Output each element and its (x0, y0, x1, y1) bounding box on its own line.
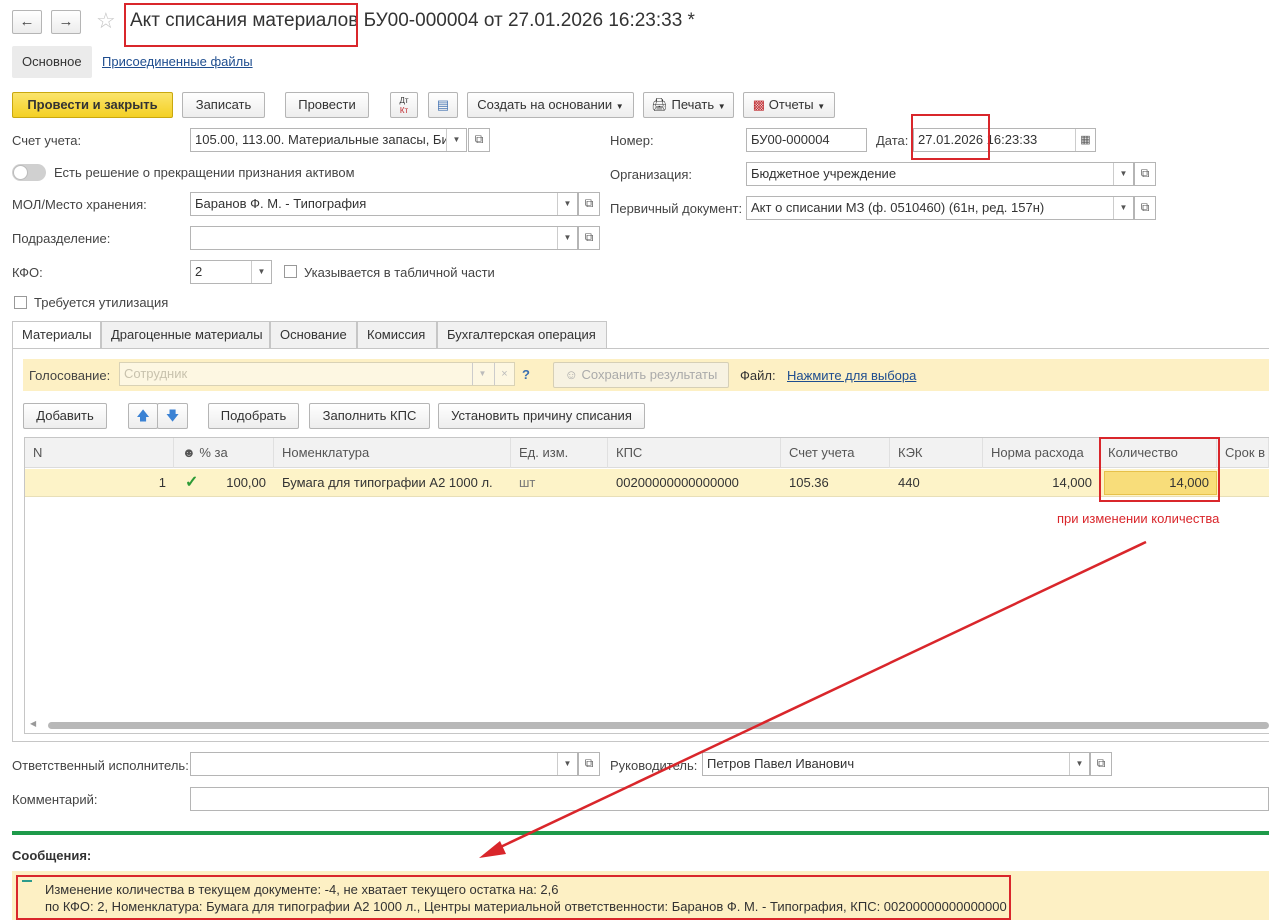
annotation-arrow (479, 540, 1147, 858)
annotation-arrow-line (491, 540, 1147, 853)
annotation-arrow-head (479, 841, 506, 858)
